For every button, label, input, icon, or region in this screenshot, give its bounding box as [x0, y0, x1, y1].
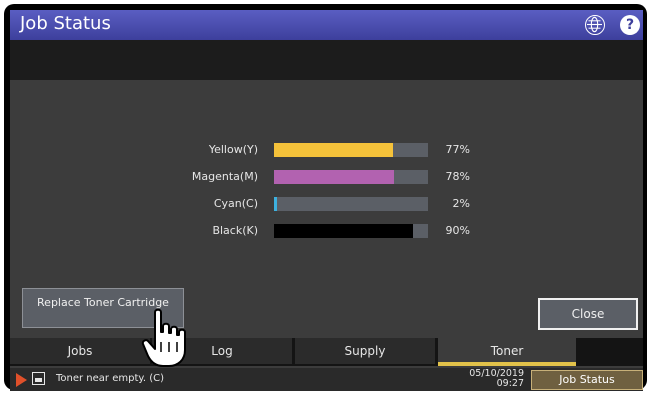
date-time: 05/10/2019 09:27 [462, 369, 524, 389]
toner-level-bar [274, 143, 428, 157]
toner-percent: 77% [445, 143, 470, 156]
title-bar: Job Status ? [10, 10, 643, 40]
page-title: Job Status [20, 13, 111, 34]
toner-row: Cyan(C) 2% [10, 195, 643, 215]
close-button[interactable]: Close [538, 298, 638, 330]
toner-label: Black(K) [212, 224, 258, 237]
toner-label: Cyan(C) [213, 197, 258, 210]
toner-level-fill [274, 197, 277, 211]
toner-percent: 90% [445, 224, 470, 237]
tab-jobs[interactable]: Jobs [10, 338, 150, 364]
globe-icon[interactable] [585, 15, 605, 35]
status-time: 09:27 [496, 378, 524, 389]
toner-level-bar [274, 224, 428, 238]
toner-row: Magenta(M) 78% [10, 168, 643, 188]
status-bar: Toner near empty. (C) 05/10/2019 09:27 J… [10, 368, 643, 391]
tab-supply[interactable]: Supply [295, 338, 435, 364]
status-message: Toner near empty. (C) [56, 373, 165, 384]
toner-level-fill [274, 224, 413, 238]
toner-level-fill [274, 143, 393, 157]
job-status-button[interactable]: Job Status [531, 370, 643, 390]
toner-percent: 2% [452, 197, 470, 210]
tab-bar: Jobs Log Supply Toner [10, 338, 643, 366]
device-frame: Job Status ? Yellow(Y) 77% Magenta(M) 78% Cy… [4, 4, 647, 391]
printer-icon [32, 372, 45, 385]
alert-play-icon[interactable] [16, 373, 27, 387]
toner-row: Black(K) 90% [10, 222, 643, 242]
toner-level-bar [274, 197, 428, 211]
toner-level-fill [274, 170, 394, 184]
job-status-screen: Job Status ? Yellow(Y) 77% Magenta(M) 78% Cy… [10, 10, 643, 391]
help-icon[interactable]: ? [620, 15, 640, 35]
toner-row: Yellow(Y) 77% [10, 141, 643, 161]
toner-label: Yellow(Y) [208, 143, 258, 156]
toner-percent: 78% [445, 170, 470, 183]
info-strip [10, 40, 643, 80]
toner-label: Magenta(M) [191, 170, 258, 183]
tab-toner[interactable]: Toner [438, 338, 576, 366]
toner-level-bar [274, 170, 428, 184]
hand-pointer-icon [141, 308, 186, 367]
